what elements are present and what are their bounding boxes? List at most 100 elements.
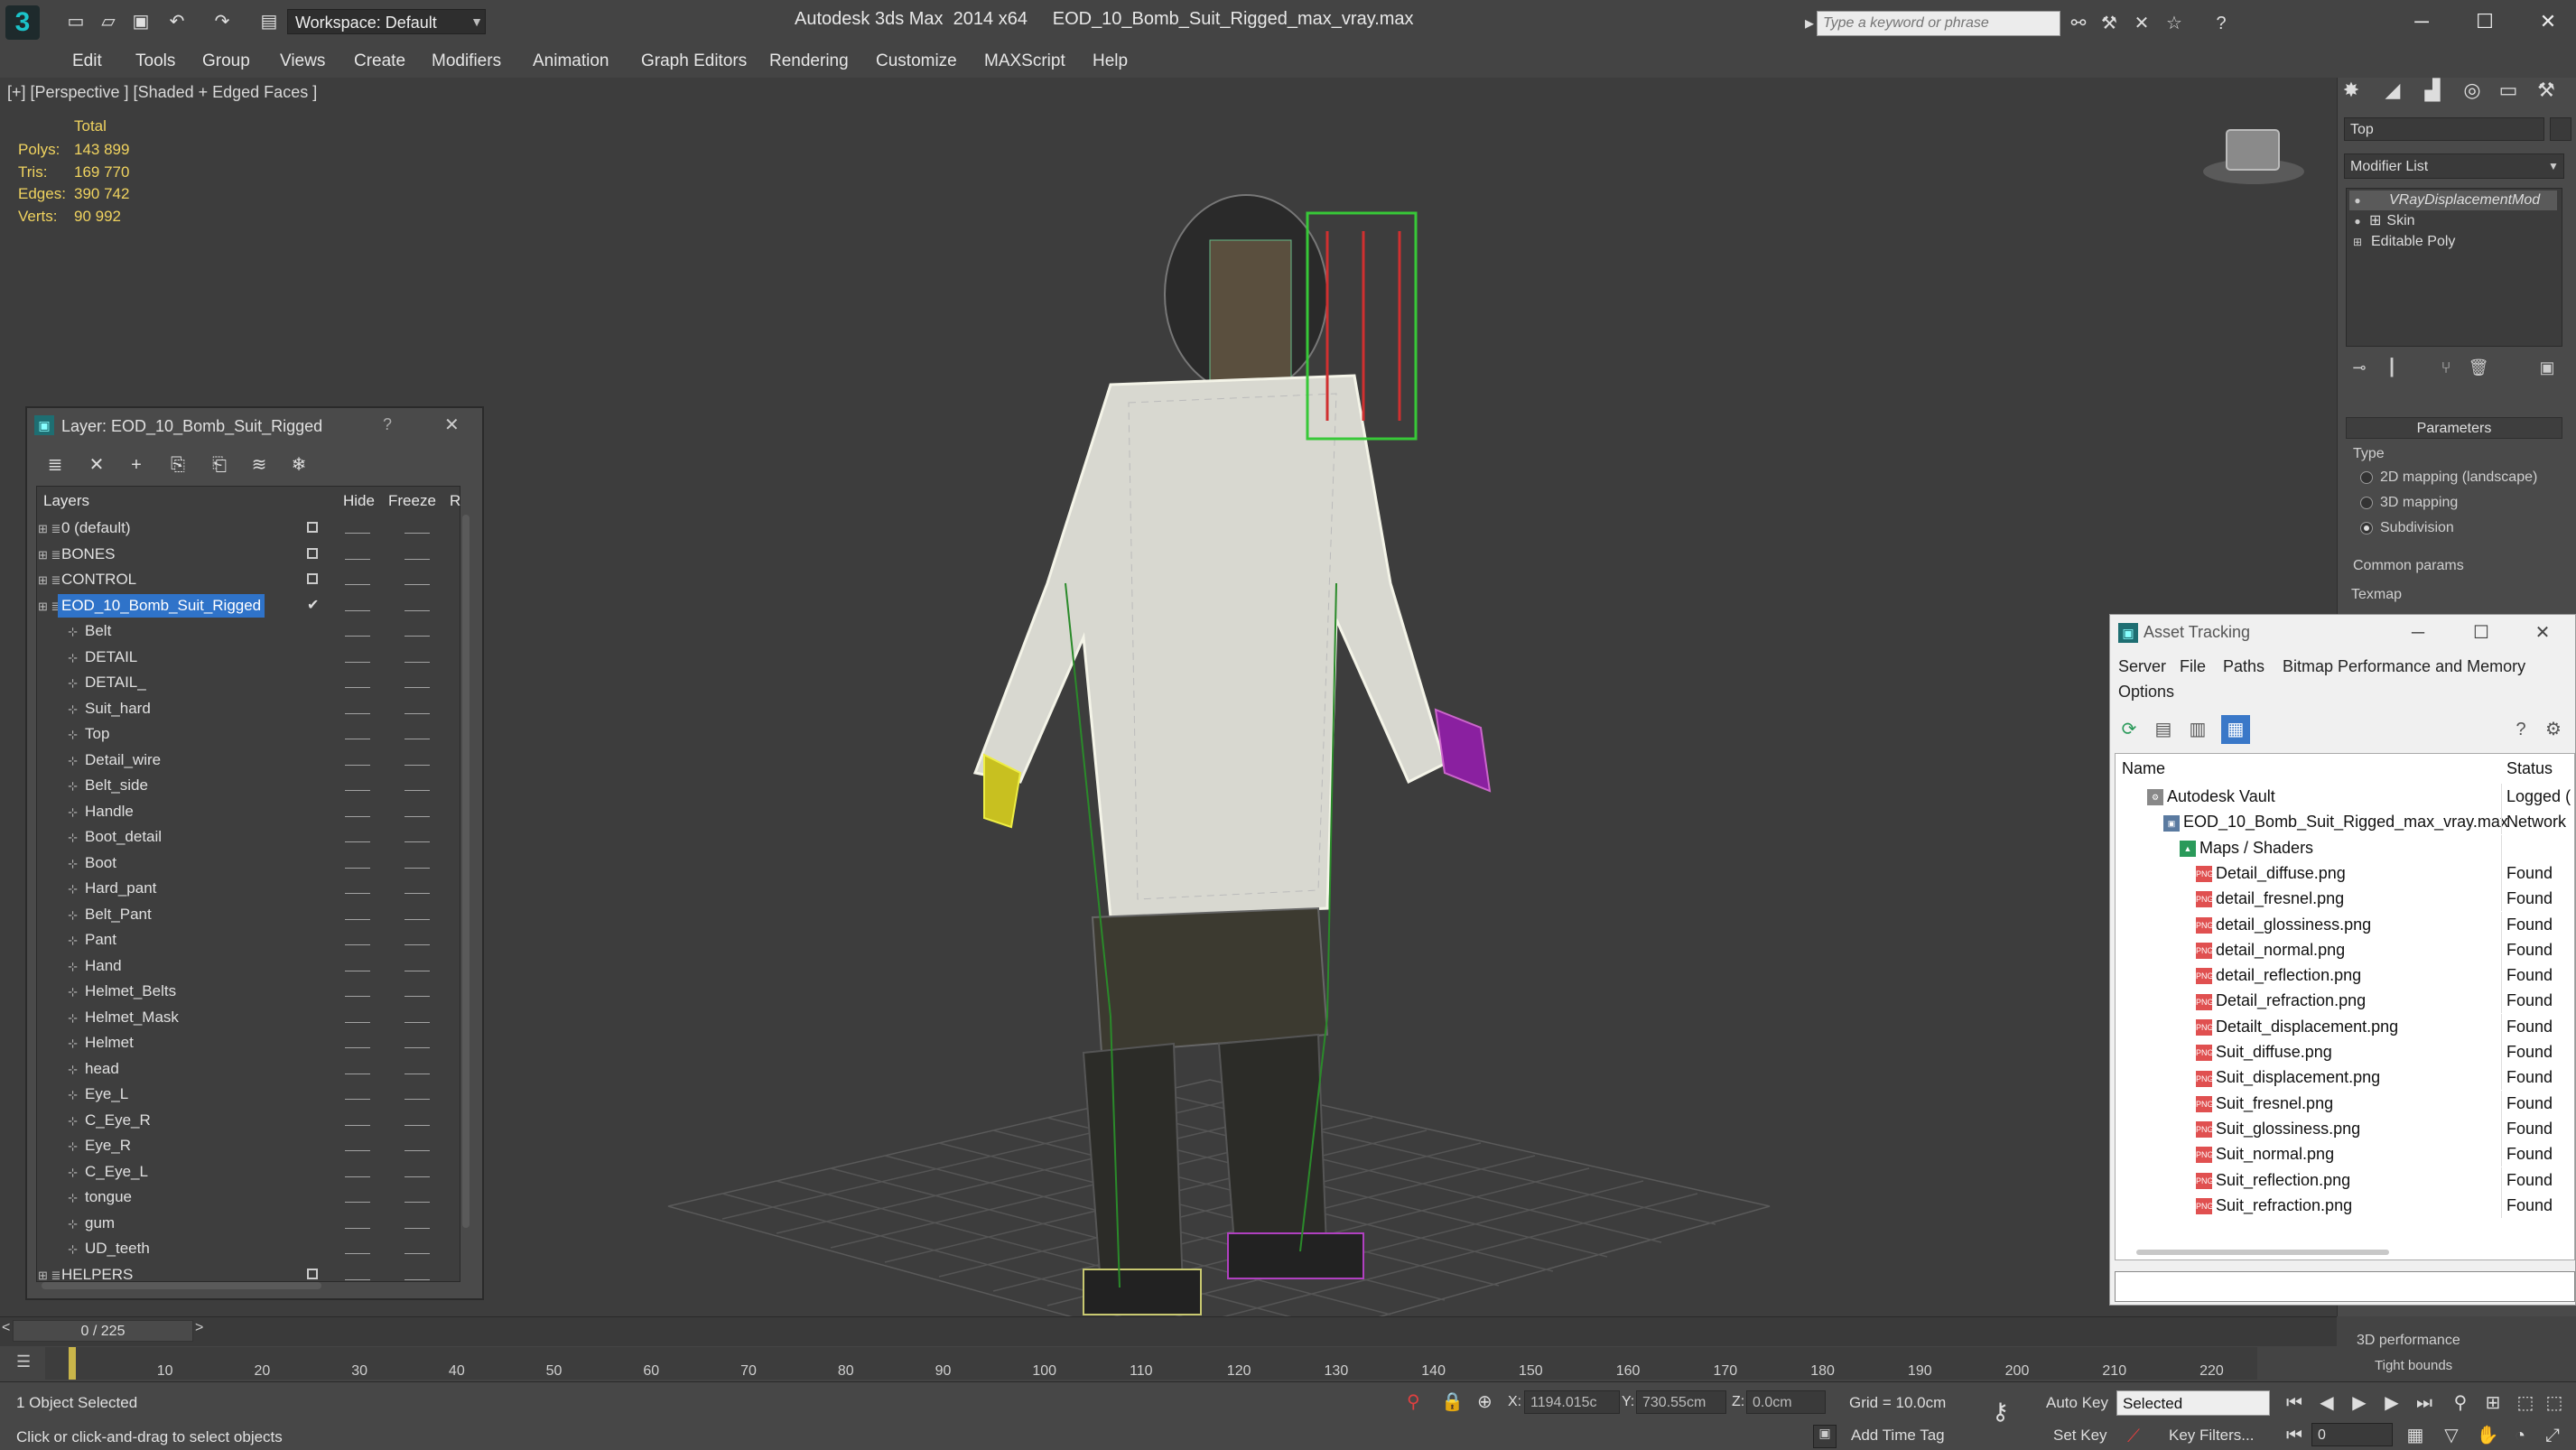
horizontal-scrollbar[interactable] [2136, 1250, 2389, 1255]
menu-edit[interactable]: Edit [72, 45, 102, 78]
modifier-list-dropdown[interactable]: Modifier List [2344, 153, 2564, 179]
search-input[interactable] [1817, 11, 2060, 36]
undo-icon[interactable]: ↶ [164, 9, 190, 34]
freeze-toggle[interactable]: —— [405, 752, 430, 776]
y-coordinate-field[interactable]: 730.55cm [1636, 1390, 1726, 1414]
asset-row[interactable]: PNG detail_fresnel.png Found [2116, 886, 2571, 912]
expand-icon[interactable]: ⊞ ≣ [38, 569, 60, 592]
freeze-toggle[interactable]: —— [405, 1164, 430, 1187]
layer-row[interactable]: ⊹ C_Eye_L —— —— [38, 1160, 430, 1185]
maximize-icon[interactable]: ☐ [2458, 4, 2512, 40]
hide-toggle[interactable]: —— [345, 1189, 370, 1213]
menu-create[interactable]: Create [354, 45, 405, 78]
utilities-tab-icon[interactable]: ⚒ [2528, 74, 2564, 107]
asset-row[interactable]: PNG Suit_displacement.png Found [2116, 1064, 2571, 1091]
freeze-toggle[interactable]: —— [405, 777, 430, 801]
asset-row[interactable]: PNG Suit_glossiness.png Found [2116, 1115, 2571, 1141]
asset-row[interactable]: PNG Detail_refraction.png Found [2116, 988, 2571, 1014]
object-icon[interactable]: ⊹ [38, 955, 81, 979]
redo-icon[interactable]: ↷ [209, 9, 235, 34]
layer-row[interactable]: ⊹ UD_teeth —— —— [38, 1237, 430, 1261]
grid-view-icon[interactable]: ▦ [2221, 715, 2250, 744]
hide-toggle[interactable]: —— [345, 1215, 370, 1239]
object-icon[interactable]: ⊹ [38, 1238, 81, 1261]
minimize-icon[interactable]: ─ [2395, 4, 2449, 40]
isolate-icon[interactable]: ⚲ [1407, 1390, 1420, 1413]
object-icon[interactable]: ⊹ [38, 801, 81, 824]
menu-paths[interactable]: Paths [2223, 657, 2264, 676]
asset-row[interactable]: PNG detail_normal.png Found [2116, 936, 2571, 962]
object-icon[interactable]: ⊹ [38, 1007, 81, 1030]
modify-tab-icon[interactable]: ◢ [2375, 74, 2411, 107]
asset-row[interactable]: PNG Detailt_displacement.png Found [2116, 1013, 2571, 1039]
layer-row[interactable]: ⊹ Boot —— —— [38, 851, 430, 876]
object-icon[interactable]: ⊹ [38, 904, 81, 927]
asset-row[interactable]: PNG detail_glossiness.png Found [2116, 911, 2571, 937]
menu-tools[interactable]: Tools [135, 45, 175, 78]
freeze-toggle[interactable]: —— [405, 649, 430, 673]
freeze-toggle[interactable]: —— [405, 520, 430, 544]
hierarchy-tab-icon[interactable]: ▟ [2414, 74, 2450, 107]
layer-row[interactable]: ⊹ Boot_detail —— —— [38, 825, 430, 849]
column-layers[interactable]: Layers [43, 488, 89, 515]
asset-row[interactable]: PNG Suit_fresnel.png Found [2116, 1090, 2571, 1116]
chevron-down-icon[interactable]: ▼ [2543, 153, 2564, 179]
lock-icon[interactable]: 🔒 [1441, 1390, 1464, 1413]
freeze-toggle[interactable]: —— [405, 1215, 430, 1239]
layer-row[interactable]: ⊹ Eye_R —— —— [38, 1134, 430, 1157]
menu-file[interactable]: File [2180, 657, 2206, 676]
object-icon[interactable]: ⊹ [38, 620, 81, 644]
menu-server[interactable]: Server [2118, 657, 2166, 676]
hide-toggle[interactable]: —— [345, 572, 370, 595]
hide-toggle[interactable]: —— [345, 1086, 370, 1110]
object-icon[interactable]: ⊹ [38, 646, 81, 670]
object-icon[interactable]: ⊹ [38, 1161, 81, 1185]
freeze-toggle[interactable]: —— [405, 855, 430, 878]
set-keys-icon[interactable]: ⟋ [2127, 1427, 2140, 1447]
current-layer-checkmark-icon[interactable]: ✔ [307, 594, 319, 613]
chevron-left-icon[interactable]: < [2, 1320, 10, 1336]
hide-toggle[interactable]: —— [345, 880, 370, 904]
hide-toggle[interactable]: —— [345, 1009, 370, 1033]
z-coordinate-field[interactable]: 0.0cm [1746, 1390, 1826, 1414]
expand-icon[interactable]: ⊞ ≣ [38, 595, 60, 618]
layer-row[interactable]: ⊹ Hard_pant —— —— [38, 877, 430, 900]
hide-toggle[interactable]: —— [345, 855, 370, 878]
project-icon[interactable]: ▤ [256, 9, 282, 34]
hide-all-icon[interactable]: ≋ [244, 451, 274, 479]
close-icon[interactable]: ✕ [2516, 618, 2570, 648]
key-set-dropdown[interactable]: Selected [2116, 1390, 2270, 1416]
help-icon[interactable]: ? [383, 415, 392, 434]
hide-toggle[interactable]: —— [345, 752, 370, 776]
settings-icon[interactable]: ⚙ [2539, 715, 2568, 744]
object-icon[interactable]: ⊹ [38, 852, 81, 876]
goto-end-icon[interactable]: ⏭ [2411, 1390, 2438, 1416]
time-slider-handle[interactable] [69, 1347, 76, 1380]
x-coordinate-field[interactable]: 1194.015c [1524, 1390, 1620, 1414]
menu-group[interactable]: Group [202, 45, 250, 78]
maximize-icon[interactable]: ☐ [2454, 618, 2508, 648]
hide-toggle[interactable]: —— [345, 1035, 370, 1058]
pin-stack-icon[interactable]: ⊸ [2346, 354, 2373, 381]
column-hide[interactable]: Hide [343, 488, 375, 515]
layer-row[interactable]: ⊞ ≣EOD_10_Bomb_Suit_Rigged ✔ —— —— [38, 593, 430, 618]
asset-row[interactable]: ⚙ Autodesk Vault Logged ( [2116, 784, 2571, 809]
object-color-swatch[interactable] [2550, 117, 2571, 141]
layer-row[interactable]: ⊹ Detail_wire —— —— [38, 748, 430, 772]
layer-row[interactable]: ⊹ gum —— —— [38, 1212, 430, 1235]
key-filters-button[interactable]: Key Filters... [2169, 1427, 2254, 1445]
column-name[interactable]: Name [2122, 755, 2165, 782]
object-icon[interactable]: ⊹ [38, 1032, 81, 1055]
hide-toggle[interactable]: —— [345, 829, 370, 852]
freeze-toggle[interactable]: —— [405, 1035, 430, 1058]
freeze-toggle[interactable]: —— [405, 880, 430, 904]
freeze-toggle[interactable]: —— [405, 932, 430, 955]
hide-toggle[interactable]: —— [345, 623, 370, 646]
key-icon[interactable]: ⚷ [1992, 1398, 2009, 1426]
object-icon[interactable]: ⊹ [38, 929, 81, 953]
object-icon[interactable]: ⊹ [38, 1110, 81, 1133]
add-to-layer-icon[interactable]: + [121, 451, 152, 479]
create-tab-icon[interactable]: ✸ [2333, 74, 2369, 107]
object-icon[interactable]: ⊹ [38, 1083, 81, 1107]
current-layer-toggle[interactable] [307, 1268, 318, 1279]
